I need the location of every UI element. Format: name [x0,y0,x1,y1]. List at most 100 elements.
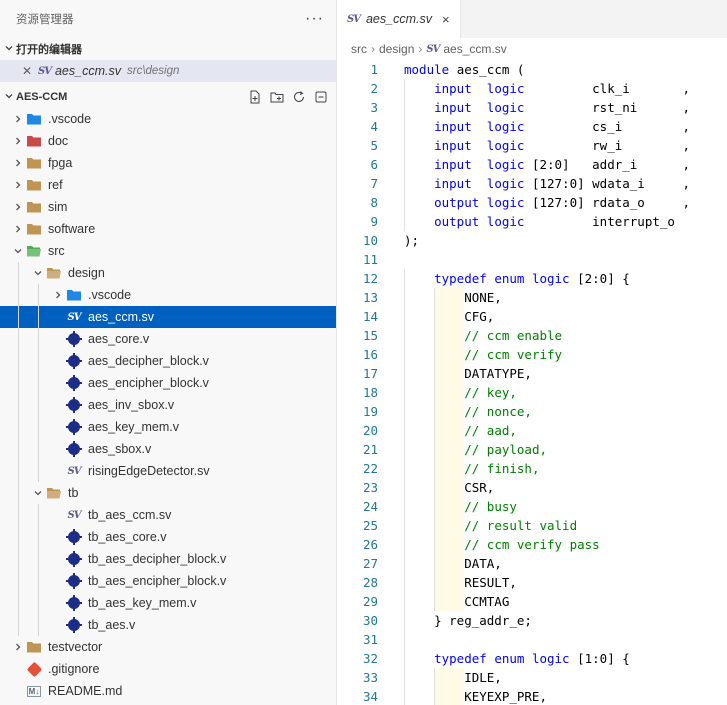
comment-token: // payload, [464,442,548,457]
text-token: KEYEXP_PRE, [404,689,547,704]
text-token: ); [404,233,420,248]
indent-guide [18,416,19,438]
verilog-icon [66,551,82,567]
file-item[interactable]: tb_aes_decipher_block.v [0,548,336,570]
text-token: DATA, [404,556,502,571]
line-number: 33 [362,670,378,685]
tree-item-label: tb_aes_encipher_block.v [88,574,227,588]
comment-token: // aad, [464,423,517,438]
code-line: 21 // payload, [337,440,727,459]
line-text: output logic interrupt_o [404,212,675,231]
folder-icon [26,177,42,193]
new-file-icon[interactable] [248,90,262,104]
chevron-down-icon [30,268,46,278]
tree-item-label: ref [48,178,63,192]
file-item[interactable]: tb_aes_core.v [0,526,336,548]
folder-item[interactable]: ref [0,174,336,196]
folder-item[interactable]: src [0,240,336,262]
code-editor[interactable]: 1 module aes_ccm (2 input logic clk_i ,3 … [337,60,727,705]
new-folder-icon[interactable] [270,90,284,104]
text-token: cs_i , [592,119,690,134]
line-text: CFG, [404,307,494,326]
line-number: 18 [362,385,378,400]
breadcrumb-item-file[interactable]: aes_ccm.sv [443,42,506,56]
chevron-down-icon [10,246,26,256]
line-number: 22 [362,461,378,476]
folder-item[interactable]: testvector [0,636,336,658]
file-item[interactable]: SV risingEdgeDetector.sv [0,460,336,482]
file-item[interactable]: SV aes_ccm.sv [0,306,336,328]
line-number: 32 [362,651,378,666]
project-section[interactable]: AES-CCM [0,86,336,108]
code-line: 28 RESULT, [337,573,727,592]
tab-label: aes_ccm.sv [365,12,432,26]
tab-aes-ccm[interactable]: SV aes_ccm.sv × [337,0,461,38]
line-text: typedef enum logic [2:0] { [404,269,630,288]
line-text: input logic rw_i , [404,136,690,155]
tree-item-label: src [48,244,65,258]
folder-item[interactable]: sim [0,196,336,218]
file-item[interactable]: aes_core.v [0,328,336,350]
code-line: 6 input logic [2:0] addr_i , [337,155,727,174]
line-text: // aad, [404,421,517,440]
file-item[interactable]: M↓ README.md [0,680,336,702]
file-item[interactable]: SV tb_aes_ccm.sv [0,504,336,526]
breadcrumb-item-design[interactable]: design [379,42,414,56]
close-icon[interactable]: ✕ [22,64,36,78]
file-item[interactable]: tb_aes_encipher_block.v [0,570,336,592]
indent-guide [38,306,39,328]
file-item[interactable]: aes_inv_sbox.v [0,394,336,416]
file-item[interactable]: aes_key_mem.v [0,416,336,438]
indent-guide [18,350,19,372]
tree-item-label: aes_sbox.v [88,442,152,456]
folder-item[interactable]: fpga [0,152,336,174]
verilog-icon [66,397,82,413]
open-editors-section[interactable]: 打开的编辑器 [0,38,336,60]
folder-item[interactable]: software [0,218,336,240]
file-item[interactable]: aes_sbox.v [0,438,336,460]
line-number: 30 [362,613,378,628]
keyword-token: output logic [434,195,532,210]
file-item[interactable]: tb_aes.v [0,614,336,636]
breadcrumb-item-src[interactable]: src [351,42,367,56]
file-item[interactable]: .gitignore [0,658,336,680]
code-line: 8 output logic [127:0] rdata_o , [337,193,727,212]
editor-area: SV aes_ccm.sv × src › design › SV aes_cc… [337,0,727,705]
folder-item[interactable]: .vscode [0,284,336,306]
text-token: interrupt_o [592,214,675,229]
more-actions-icon[interactable]: ··· [305,10,324,28]
file-item[interactable]: tb_aes_key_mem.v [0,592,336,614]
refresh-icon[interactable] [292,90,306,104]
systemverilog-icon: SV [67,311,82,323]
tree-item-label: aes_ccm.sv [88,310,154,324]
file-item[interactable]: aes_encipher_block.v [0,372,336,394]
collapse-all-icon[interactable] [314,90,328,104]
folder-item[interactable]: .vscode [0,108,336,130]
indent-guide [38,416,39,438]
line-text: // key, [404,383,517,402]
folder-item[interactable]: design [0,262,336,284]
folder-item[interactable]: tb [0,482,336,504]
file-item[interactable]: aes_decipher_block.v [0,350,336,372]
code-line: 7 input logic [127:0] wdata_i , [337,174,727,193]
text-token: NONE, [404,290,502,305]
verilog-icon [66,375,82,391]
tree-item-label: sim [48,200,68,214]
line-text: NONE, [404,288,502,307]
line-number: 13 [362,290,378,305]
chevron-down-icon [30,488,46,498]
comment-token: // result valid [464,518,578,533]
text-token: } reg_addr_e; [404,613,532,628]
vscode-folder-icon [26,111,42,127]
close-icon[interactable]: × [442,12,450,27]
comment-token: // busy [464,499,517,514]
tree-item-label: design [68,266,105,280]
code-line: 2 input logic clk_i , [337,79,727,98]
folder-item[interactable]: doc [0,130,336,152]
tree-item-label: tb_aes_ccm.sv [88,508,172,522]
comment-token: // ccm enable [464,328,563,343]
open-editor-item[interactable]: ✕ SV aes_ccm.sv src\design [0,60,336,82]
